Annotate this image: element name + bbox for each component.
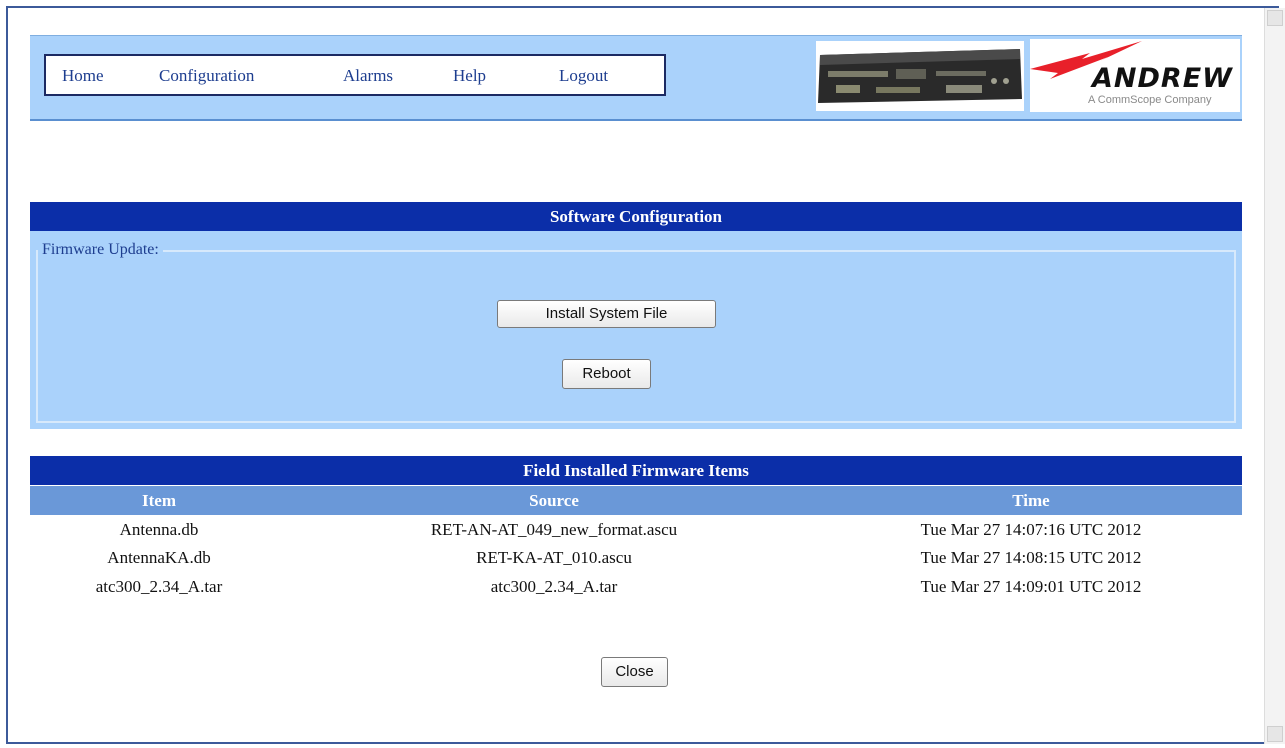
nav-bar: Home Configuration Alarms Help Logout bbox=[44, 54, 666, 96]
item-cell: AntennaKA.db bbox=[107, 548, 211, 567]
firmware-update-panel: Firmware Update: bbox=[30, 231, 1242, 429]
item-cell: Antenna.db bbox=[119, 520, 199, 539]
time-cell: Tue Mar 27 14:07:16 UTC 2012 bbox=[920, 520, 1142, 539]
column-header-item: Item bbox=[142, 491, 176, 510]
firmware-items-header: Field Installed Firmware Items bbox=[30, 456, 1242, 485]
firmware-update-fieldset bbox=[36, 250, 1236, 423]
nav-home-link[interactable]: Home bbox=[62, 66, 104, 86]
device-photo bbox=[816, 41, 1024, 111]
scroll-up-icon[interactable] bbox=[1267, 10, 1283, 26]
andrew-logo: ANDREW A CommScope Company bbox=[1030, 39, 1240, 112]
nav-configuration-link[interactable]: Configuration bbox=[159, 66, 254, 86]
install-system-file-button[interactable]: Install System File bbox=[497, 300, 716, 328]
nav-help-link[interactable]: Help bbox=[453, 66, 486, 86]
source-cell: atc300_2.34_A.tar bbox=[490, 577, 618, 596]
column-header-source: Source bbox=[529, 491, 579, 510]
logo-wordmark: ANDREW bbox=[1092, 63, 1233, 94]
vertical-scrollbar[interactable] bbox=[1264, 8, 1285, 744]
scroll-down-icon[interactable] bbox=[1267, 726, 1283, 742]
nav-alarms-link[interactable]: Alarms bbox=[343, 66, 393, 86]
source-cell: RET-AN-AT_049_new_format.ascu bbox=[430, 520, 678, 539]
close-button[interactable]: Close bbox=[601, 657, 668, 687]
column-header-time: Time bbox=[1012, 491, 1050, 510]
firmware-update-legend: Firmware Update: bbox=[38, 241, 163, 259]
time-cell: Tue Mar 27 14:08:15 UTC 2012 bbox=[920, 548, 1142, 567]
reboot-button[interactable]: Reboot bbox=[562, 359, 651, 389]
nav-logout-link[interactable]: Logout bbox=[559, 66, 608, 86]
page-header: Home Configuration Alarms Help Logout AN… bbox=[30, 35, 1242, 121]
software-configuration-header: Software Configuration bbox=[30, 202, 1242, 231]
table-row: AntennaKA.db RET-KA-AT_010.ascu Tue Mar … bbox=[30, 548, 1242, 572]
time-cell: Tue Mar 27 14:09:01 UTC 2012 bbox=[920, 577, 1142, 596]
source-cell: RET-KA-AT_010.ascu bbox=[476, 548, 632, 567]
item-cell: atc300_2.34_A.tar bbox=[95, 577, 223, 596]
table-row: Antenna.db RET-AN-AT_049_new_format.ascu… bbox=[30, 520, 1242, 544]
logo-subtitle: A CommScope Company bbox=[1088, 94, 1212, 106]
firmware-table-header: Item Source Time bbox=[30, 486, 1242, 515]
table-row: atc300_2.34_A.tar atc300_2.34_A.tar Tue … bbox=[30, 577, 1242, 601]
